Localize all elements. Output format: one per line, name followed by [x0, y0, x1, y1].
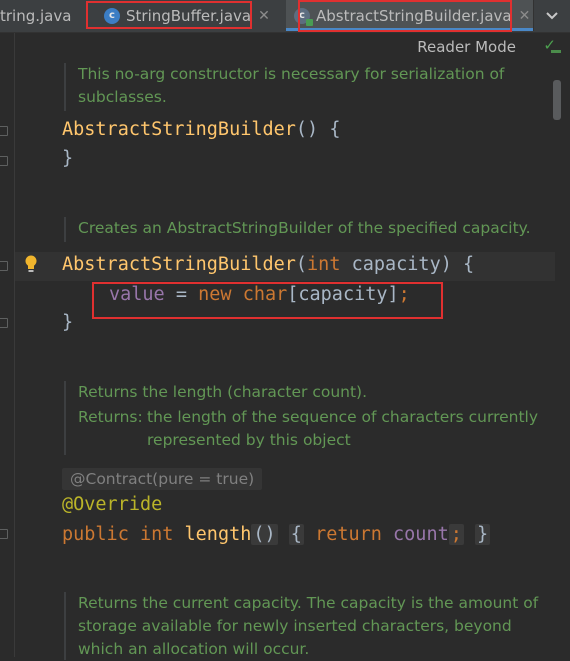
- keyword: public: [62, 524, 129, 545]
- doc-line: which an allocation will occur.: [78, 640, 310, 658]
- collapsed-body[interactable]: (): [251, 524, 278, 545]
- chevron-down-icon[interactable]: [533, 0, 570, 31]
- contract-inlay-hint[interactable]: @Contract(pure = true): [62, 468, 263, 490]
- fold-marker[interactable]: [0, 261, 8, 271]
- method-name: length: [184, 524, 252, 545]
- close-icon[interactable]: ✕: [519, 8, 531, 24]
- editor-gutter: [0, 33, 15, 657]
- doc-line: the length of the sequence of characters…: [147, 408, 539, 426]
- keyword: int: [307, 254, 341, 275]
- tab-string-java[interactable]: tring.java: [0, 0, 80, 31]
- doc-line: Returns the length (character count).: [78, 383, 368, 401]
- doc-line: subclasses.: [78, 88, 167, 106]
- doc-line: Creates an AbstractStringBuilder of the …: [78, 219, 531, 237]
- code-line-override: @Override: [62, 494, 162, 515]
- annotation-box-value-assign: [92, 282, 443, 319]
- doc-returns-label: Returns:: [78, 408, 143, 426]
- keyword: int: [139, 524, 174, 545]
- fold-marker[interactable]: [0, 126, 8, 136]
- doc-line: storage available for newly inserted cha…: [78, 617, 512, 635]
- code-line-noarg-ctor: AbstractStringBuilder() {: [62, 119, 341, 140]
- code-line-capacity-ctor: AbstractStringBuilder(int capacity) {: [62, 254, 475, 275]
- fold-marker[interactable]: [0, 318, 8, 328]
- scrollbar-thumb[interactable]: [553, 80, 561, 120]
- method-name: AbstractStringBuilder: [62, 254, 296, 275]
- fold-marker[interactable]: [0, 156, 8, 166]
- annotation-box-stringbuffer-tab: [86, 1, 252, 29]
- doc-line: Returns the current capacity. The capaci…: [78, 594, 539, 612]
- doc-line: represented by this object: [147, 431, 351, 449]
- annotation: @Override: [62, 494, 163, 515]
- annotation-box-abstractstringbuilder-tab: [298, 0, 512, 32]
- tab-label: tring.java: [0, 6, 72, 25]
- lightbulb-icon[interactable]: [24, 255, 38, 273]
- javadoc-noarg-constructor: This no-arg constructor is necessary for…: [64, 63, 504, 111]
- close-icon[interactable]: ✕: [258, 8, 270, 24]
- fold-marker[interactable]: [0, 529, 8, 539]
- javadoc-length: Returns the length (character count). Re…: [64, 381, 538, 455]
- field-name: count: [393, 524, 449, 545]
- code-line-length-method: public int length() { return count; }: [62, 524, 491, 545]
- code-line-close-brace: }: [62, 312, 74, 333]
- code-line-close-brace: }: [62, 148, 74, 169]
- javadoc-capacity-constructor: Creates an AbstractStringBuilder of the …: [64, 217, 531, 242]
- doc-line: This no-arg constructor is necessary for…: [78, 65, 505, 83]
- scrollbar-marker: [551, 50, 561, 53]
- keyword: return: [315, 524, 382, 545]
- param-name: capacity: [351, 254, 441, 275]
- javadoc-capacity: Returns the current capacity. The capaci…: [64, 592, 538, 660]
- reader-mode-toggle[interactable]: Reader Mode: [417, 38, 516, 56]
- method-name: AbstractStringBuilder: [62, 119, 296, 140]
